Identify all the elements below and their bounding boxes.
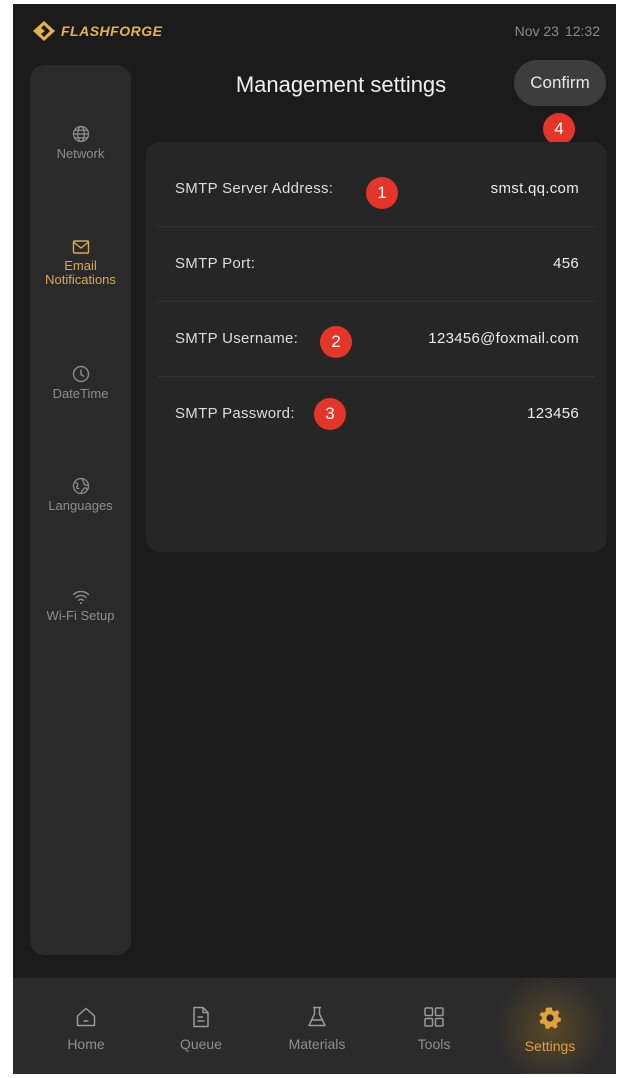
page-title: Management settings	[235, 72, 447, 97]
smtp-password-value[interactable]: 123456	[527, 377, 579, 451]
tab-materials[interactable]: Materials	[262, 978, 372, 1074]
sidebar-item-email-notifications[interactable]: Email Notifications	[30, 239, 131, 287]
sidebar-item-label: Languages	[48, 498, 113, 513]
sidebar-item-datetime[interactable]: DateTime	[30, 365, 131, 401]
app-screen: FLASHFORGE Nov 23 12:32 Network Email Not…	[13, 4, 616, 1074]
globe-icon	[72, 125, 89, 143]
sidebar-item-wifi-setup[interactable]: Wi-Fi Setup	[30, 589, 131, 623]
annotation-badge-1: 1	[366, 177, 398, 209]
smtp-password-row[interactable]: SMTP Password: 123456	[158, 377, 595, 451]
flashforge-logo-icon	[33, 21, 55, 41]
smtp-username-value[interactable]: 123456@foxmail.com	[428, 302, 579, 376]
smtp-password-label: SMTP Password:	[175, 405, 295, 422]
tab-label: Tools	[417, 1036, 451, 1052]
annotation-badge-2: 2	[320, 326, 352, 358]
status-bar: FLASHFORGE Nov 23 12:32	[13, 4, 616, 56]
smtp-settings-card: SMTP Server Address: smst.qq.com SMTP Po…	[146, 142, 607, 552]
tab-label: Queue	[179, 1036, 223, 1052]
sidebar-item-label: Wi-Fi Setup	[46, 608, 115, 623]
clock-icon	[72, 365, 89, 383]
time-text: 12:32	[564, 23, 600, 39]
tab-home[interactable]: Home	[31, 978, 141, 1074]
home-icon	[76, 1007, 96, 1027]
tab-queue[interactable]: Queue	[146, 978, 256, 1074]
settings-sidebar: Network Email Notifications DateTime Lan…	[30, 65, 131, 955]
date-text: Nov 23	[514, 23, 559, 39]
smtp-server-address-label: SMTP Server Address:	[175, 180, 334, 197]
tab-label: Materials	[288, 1036, 346, 1052]
smtp-server-address-value[interactable]: smst.qq.com	[491, 152, 579, 226]
smtp-username-label: SMTP Username:	[175, 330, 299, 347]
smtp-port-label: SMTP Port:	[175, 255, 256, 272]
flask-icon	[308, 1006, 326, 1027]
sidebar-item-network[interactable]: Network	[30, 125, 131, 161]
annotation-badge-4: 4	[543, 113, 575, 145]
brand-logo: FLASHFORGE	[33, 20, 162, 42]
tab-settings[interactable]: Settings	[495, 978, 605, 1074]
languages-icon	[72, 477, 89, 495]
document-icon	[193, 1006, 209, 1028]
smtp-username-row[interactable]: SMTP Username: 123456@foxmail.com	[158, 302, 595, 377]
annotation-badge-3: 3	[314, 398, 346, 430]
confirm-button[interactable]: Confirm	[514, 60, 606, 106]
sidebar-item-label: Email Notifications	[45, 258, 116, 287]
smtp-port-value[interactable]: 456	[553, 227, 579, 301]
tab-label: Settings	[524, 1038, 576, 1054]
clock: Nov 23 12:32	[515, 23, 600, 39]
mail-icon	[72, 240, 89, 254]
gear-icon	[539, 1007, 561, 1030]
smtp-port-row[interactable]: SMTP Port: 456	[158, 227, 595, 302]
tab-tools[interactable]: Tools	[379, 978, 489, 1074]
grid-icon	[424, 1007, 444, 1027]
sidebar-item-languages[interactable]: Languages	[30, 477, 131, 513]
sidebar-item-label: Network	[56, 146, 105, 161]
wifi-icon	[72, 590, 89, 604]
sidebar-item-label: DateTime	[52, 386, 109, 401]
brand-name: FLASHFORGE	[61, 23, 163, 39]
tab-label: Home	[67, 1036, 105, 1052]
